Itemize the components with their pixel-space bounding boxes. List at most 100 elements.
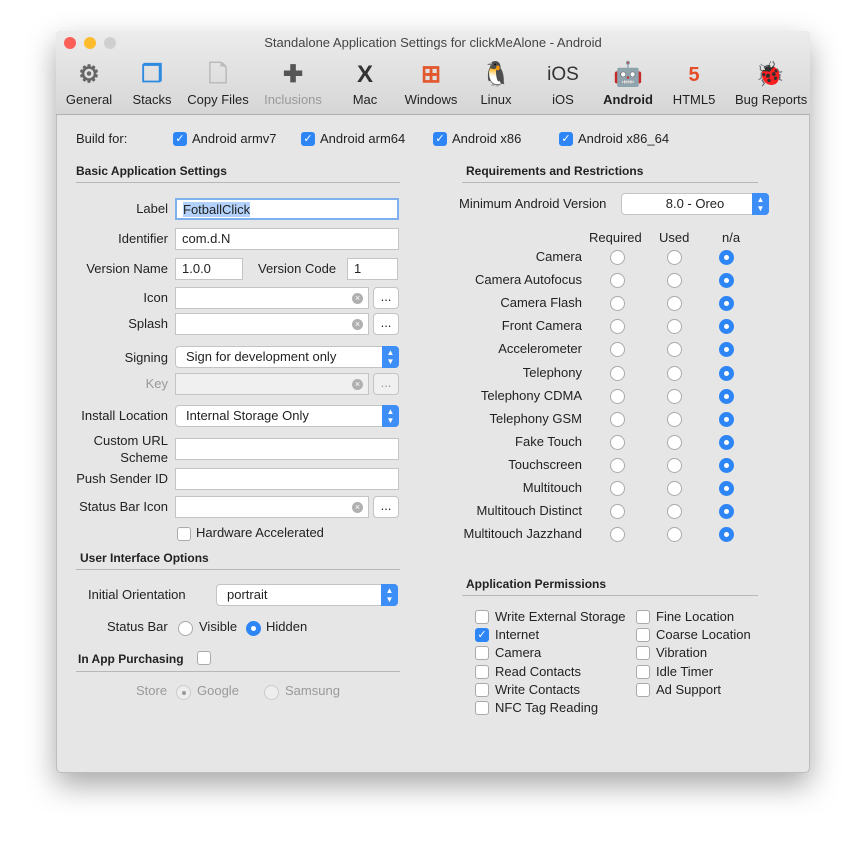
build-target-checkbox[interactable]: ✓ [433, 132, 447, 146]
permission-checkbox[interactable] [475, 664, 489, 679]
identifier-input[interactable]: com.d.N [175, 228, 399, 250]
requirement-used-radio[interactable] [667, 250, 682, 265]
toolbar-linux[interactable]: 🐧 Linux [461, 60, 531, 107]
build-target-checkbox[interactable]: ✓ [301, 132, 315, 146]
hardware-accelerated-checkbox[interactable] [177, 527, 191, 541]
requirement-used-radio[interactable] [667, 388, 682, 404]
permission-checkbox[interactable] [636, 610, 650, 624]
requirement-required-radio[interactable] [610, 504, 625, 520]
splash-input[interactable]: × [175, 313, 369, 335]
requirement-used-radio[interactable] [667, 434, 682, 450]
requirement-required-radio[interactable] [610, 481, 625, 496]
toolbar-ios[interactable]: iOS iOS [528, 60, 598, 107]
install-location-label: Install Location [81, 408, 168, 423]
permission-label: Write External Storage [495, 609, 626, 624]
store-samsung-radio [264, 685, 279, 700]
toolbar-mac[interactable]: X Mac [330, 60, 400, 107]
permission-checkbox[interactable] [636, 664, 650, 679]
requirement-label: Fake Touch [515, 433, 582, 449]
icon-label: Icon [143, 290, 168, 305]
requirement-used-radio[interactable] [667, 411, 682, 427]
col-required: Required [589, 230, 642, 245]
toolbar-copy-files[interactable]: 🗋 Copy Files [183, 60, 253, 107]
requirement-na-radio[interactable] [719, 481, 734, 496]
requirement-used-radio[interactable] [667, 365, 682, 381]
toolbar-android[interactable]: 🤖 Android [593, 60, 663, 107]
toolbar-html5[interactable]: 5 HTML5 [659, 60, 729, 107]
icon-input[interactable]: × [175, 287, 369, 309]
in-app-purchasing-heading: In App Purchasing [78, 652, 184, 666]
requirement-na-radio[interactable] [719, 434, 734, 450]
status-bar-label: Status Bar [107, 619, 168, 634]
requirement-required-radio[interactable] [610, 273, 625, 289]
files-icon: 🗋 [208, 61, 228, 88]
requirement-na-radio[interactable] [719, 365, 734, 381]
in-app-purchasing-checkbox[interactable] [197, 651, 211, 665]
orientation-select[interactable]: portrait ▲ ▼ [216, 584, 398, 606]
permission-checkbox[interactable] [475, 701, 489, 715]
window-title: Standalone Application Settings for clic… [264, 35, 602, 50]
version-code-input[interactable]: 1 [347, 258, 398, 280]
requirement-na-radio[interactable] [719, 504, 734, 520]
chevron-updown-icon: ▲ ▼ [382, 346, 399, 368]
permission-checkbox[interactable] [636, 628, 650, 643]
clear-icon[interactable]: × [352, 319, 363, 330]
status-bar-icon-input[interactable]: × [175, 496, 369, 518]
requirement-label: Front Camera [501, 318, 582, 334]
requirement-na-radio[interactable] [719, 457, 734, 473]
toolbar-stacks[interactable]: ❐ Stacks [117, 60, 187, 107]
permission-checkbox[interactable] [475, 646, 489, 661]
status-bar-icon-browse-button[interactable]: ... [373, 496, 399, 518]
requirement-required-radio[interactable] [610, 457, 625, 473]
requirement-na-radio[interactable] [719, 250, 734, 265]
custom-url-label: Custom URL [93, 433, 168, 448]
requirement-required-radio[interactable] [610, 411, 625, 427]
requirement-used-radio[interactable] [667, 504, 682, 520]
clear-icon[interactable]: × [352, 293, 363, 304]
toolbar-windows[interactable]: ⊞ Windows [396, 60, 466, 107]
clear-icon[interactable]: × [352, 502, 363, 513]
permission-checkbox[interactable] [636, 682, 650, 697]
orientation-value: portrait [227, 587, 268, 602]
custom-url-input[interactable] [175, 438, 399, 460]
requirement-label: Telephony GSM [489, 410, 583, 426]
permission-label: Vibration [656, 645, 708, 661]
permission-checkbox[interactable] [475, 610, 489, 624]
status-bar-icon-label: Status Bar Icon [79, 499, 168, 514]
toolbar-inclusions[interactable]: ✚ Inclusions [258, 60, 328, 107]
requirement-na-radio[interactable] [719, 388, 734, 404]
build-target-checkbox[interactable]: ✓ [173, 132, 187, 146]
requirement-used-radio[interactable] [667, 481, 682, 496]
requirement-required-radio[interactable] [610, 434, 625, 450]
permission-checkbox[interactable]: ✓ [475, 628, 489, 643]
chevron-updown-icon: ▲ ▼ [381, 584, 398, 606]
build-target-label: Android armv7 [192, 131, 277, 146]
requirement-used-radio[interactable] [667, 273, 682, 289]
col-used: Used [659, 230, 690, 245]
min-android-version-select[interactable]: 8.0 - Oreo ▲ ▼ [621, 193, 769, 215]
stacks-icon: ❐ [141, 61, 163, 88]
requirement-na-radio[interactable] [719, 273, 734, 289]
requirement-required-radio[interactable] [610, 250, 625, 265]
build-target-checkbox[interactable]: ✓ [559, 132, 573, 146]
permission-checkbox[interactable] [636, 646, 650, 661]
version-name-input[interactable]: 1.0.0 [175, 258, 243, 280]
label-input[interactable]: FotballClick [175, 198, 399, 220]
push-sender-input[interactable] [175, 468, 399, 490]
signing-select[interactable]: Sign for development only ▲ ▼ [175, 346, 399, 368]
requirement-used-radio[interactable] [667, 457, 682, 473]
toolbar-general[interactable]: ⚙ General [54, 60, 124, 107]
requirement-na-radio[interactable] [719, 411, 734, 427]
label-value: FotballClick [183, 202, 251, 217]
status-bar-hidden-radio[interactable] [246, 621, 261, 636]
permission-checkbox[interactable] [475, 682, 489, 697]
status-bar-visible-radio[interactable] [178, 621, 193, 636]
toolbar-bug-reports[interactable]: 🐞 Bug Reports [735, 60, 807, 107]
requirement-label: Multitouch Jazzhand [463, 526, 582, 542]
install-location-select[interactable]: Internal Storage Only ▲ ▼ [175, 405, 399, 427]
requirement-required-radio[interactable] [610, 365, 625, 381]
icon-browse-button[interactable]: ... [373, 287, 399, 309]
puzzle-icon: ✚ [282, 61, 304, 88]
requirement-required-radio[interactable] [610, 388, 625, 404]
splash-browse-button[interactable]: ... [373, 313, 399, 335]
